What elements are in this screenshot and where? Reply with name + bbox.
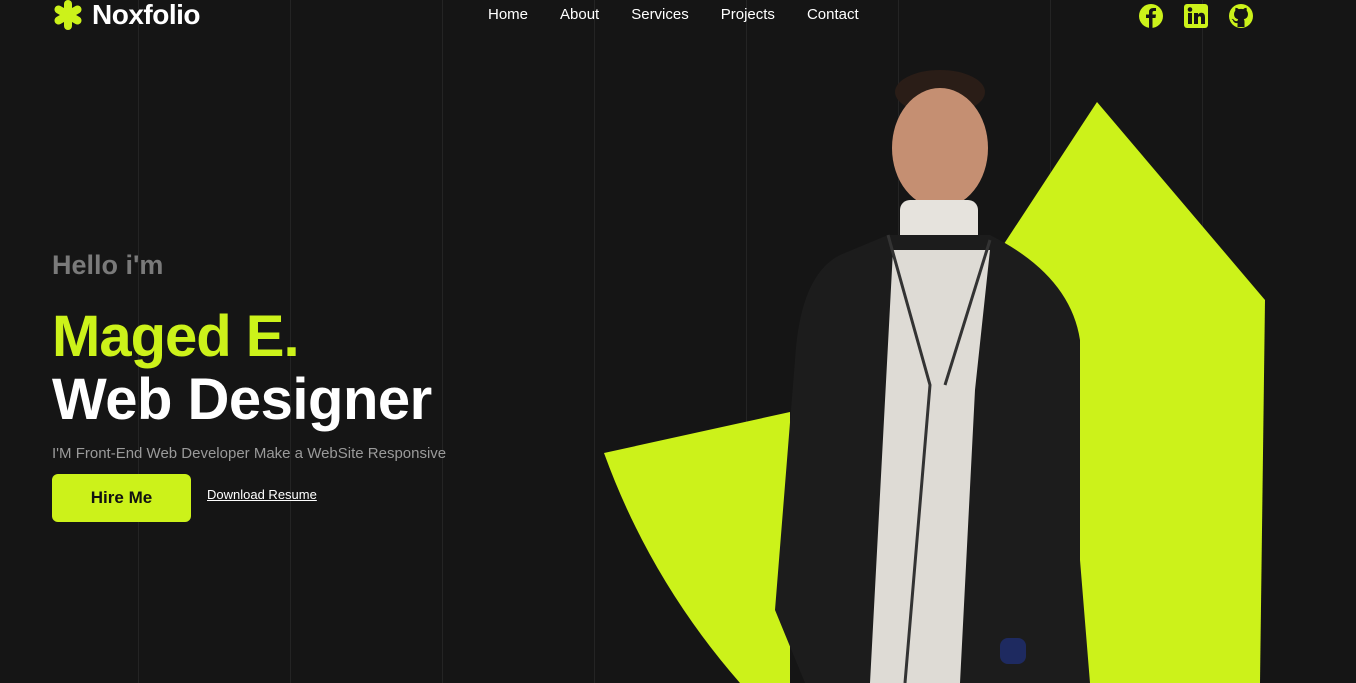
brand-logo[interactable]: Noxfolio (52, 0, 201, 30)
hero-name: Maged E. (52, 304, 300, 369)
social-links (1138, 3, 1273, 29)
main-nav: Home About Services Projects Contact (488, 6, 891, 23)
hire-me-button[interactable]: Hire Me (52, 474, 191, 522)
asterisk-icon (54, 0, 82, 30)
person-silhouette (775, 70, 1090, 683)
site-header: Noxfolio Home About Services Projects Co… (0, 0, 1356, 32)
brand-name: Noxfolio (92, 0, 201, 30)
hero-section: Hello i'm Maged E. Web Designer I'M Fron… (52, 250, 572, 522)
nav-link-services[interactable]: Services (631, 6, 689, 23)
hero-role: Web Designer (52, 367, 432, 432)
nav-link-home[interactable]: Home (488, 6, 528, 23)
nav-link-contact[interactable]: Contact (807, 6, 859, 23)
hero-tagline: I'M Front-End Web Developer Make a WebSi… (52, 445, 447, 462)
github-icon[interactable] (1228, 3, 1254, 29)
lime-wedge-shape (604, 412, 790, 683)
nav-link-projects[interactable]: Projects (721, 6, 775, 23)
linkedin-icon[interactable] (1183, 3, 1209, 29)
download-resume-link[interactable]: Download Resume (207, 487, 317, 502)
hero-actions: Hire Me Download Resume (52, 474, 572, 522)
nav-link-about[interactable]: About (560, 6, 599, 23)
hero-greeting: Hello i'm (52, 250, 164, 280)
facebook-icon[interactable] (1138, 3, 1164, 29)
